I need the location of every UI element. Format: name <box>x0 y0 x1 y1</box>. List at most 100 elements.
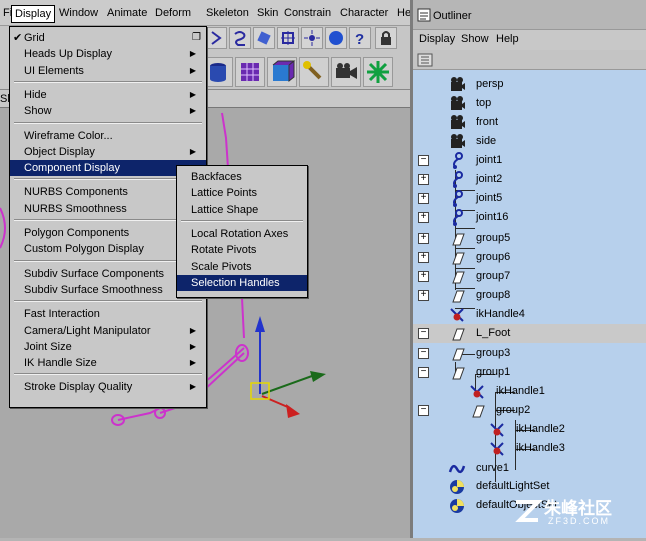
menu-item-ui-elements[interactable]: UI Elements ▶ <box>10 63 206 79</box>
outliner-row-ikhandle3[interactable]: ikHandle3 <box>413 439 646 458</box>
lasso-icon[interactable] <box>229 27 251 49</box>
camera-shelf-icon[interactable] <box>331 57 361 87</box>
menu-character[interactable]: Character <box>337 5 391 22</box>
submenu-arrow-icon: ▶ <box>189 146 196 156</box>
outliner-row-curve1[interactable]: curve1 <box>413 459 646 478</box>
outliner-menu-help[interactable]: Help <box>496 33 519 45</box>
outliner-row-group8[interactable]: + group8 <box>413 286 646 305</box>
menu-item-label: Selection Handles <box>191 276 280 289</box>
menu-deform[interactable]: Deform <box>152 5 194 22</box>
submenu-item-scale-pivots[interactable]: Scale Pivots <box>177 259 307 275</box>
outliner-row-group6[interactable]: + group6 <box>413 248 646 267</box>
outliner-item-label: side <box>476 135 497 147</box>
snap-icon[interactable] <box>301 27 323 49</box>
cube-lattice-icon[interactable] <box>267 57 297 87</box>
expand-icon[interactable]: + <box>418 174 429 185</box>
menu-window[interactable]: Window <box>56 5 101 22</box>
outliner-menu-show[interactable]: Show <box>461 33 489 45</box>
expand-icon[interactable]: + <box>418 193 429 204</box>
move-tool-icon[interactable] <box>253 27 275 49</box>
outliner-row-l-foot[interactable]: − L_Foot <box>413 324 646 343</box>
outliner-item-label: joint16 <box>476 211 509 223</box>
outliner-list: persp top front side − joint1 + joint2 + joint5 + j… <box>413 70 646 538</box>
menu-item-joint-size[interactable]: Joint Size ▶ <box>10 339 206 355</box>
outliner-row-joint2[interactable]: + joint2 <box>413 170 646 189</box>
collapse-icon[interactable]: − <box>418 405 429 416</box>
cylinder-icon[interactable] <box>203 57 233 87</box>
outliner-item-label: joint1 <box>476 154 503 166</box>
menu-skin[interactable]: Skin <box>254 5 281 22</box>
lattice-icon[interactable] <box>235 57 265 87</box>
outliner-row-joint1[interactable]: − joint1 <box>413 151 646 170</box>
joint-icon <box>448 171 466 189</box>
group-icon <box>448 345 466 363</box>
outliner-item-label: L_Foot <box>476 327 511 339</box>
menu-display[interactable]: Display <box>11 5 56 23</box>
collapse-icon[interactable]: − <box>418 348 429 359</box>
outliner-row-ikhandle2[interactable]: ikHandle2 <box>413 420 646 439</box>
ik-handle-icon <box>488 421 506 439</box>
outliner-row-persp[interactable]: persp <box>413 75 646 94</box>
menu-item-stroke-display-quality[interactable]: Stroke Display Quality ▶ <box>10 379 206 395</box>
submenu-item-rotate-pivots[interactable]: Rotate Pivots <box>177 242 307 258</box>
lock-icon[interactable] <box>375 27 397 49</box>
menu-item-wireframe-color[interactable]: Wireframe Color... <box>10 128 206 144</box>
scale-tool-icon[interactable] <box>277 27 299 49</box>
submenu-item-local-rotation-axes[interactable]: Local Rotation Axes <box>177 226 307 242</box>
collapse-icon[interactable]: − <box>418 155 429 166</box>
outliner-row-side[interactable]: side <box>413 132 646 151</box>
outliner-item-label: group7 <box>476 270 511 282</box>
menu-animate[interactable]: Animate <box>104 5 150 22</box>
submenu-item-backfaces[interactable]: Backfaces <box>177 169 307 185</box>
menu-item-label: Lattice Shape <box>191 203 259 216</box>
outliner-row-ikhandle1[interactable]: ikHandle1 <box>413 382 646 401</box>
expand-icon[interactable]: + <box>418 271 429 282</box>
collapse-icon[interactable]: − <box>418 328 429 339</box>
help-icon[interactable]: ? <box>349 27 371 49</box>
outliner-row-joint5[interactable]: + joint5 <box>413 189 646 208</box>
star-icon[interactable] <box>363 57 393 87</box>
expand-icon[interactable]: + <box>418 290 429 301</box>
outliner-row-group2[interactable]: − group2 <box>413 401 646 420</box>
outliner-row-group5[interactable]: + group5 <box>413 229 646 248</box>
expand-icon[interactable]: + <box>418 252 429 263</box>
select-tool-icon[interactable] <box>205 27 227 49</box>
outliner-row-joint16[interactable]: + joint16 <box>413 208 646 227</box>
menu-item-camera-light-manipulator[interactable]: Camera/Light Manipulator ▶ <box>10 323 206 339</box>
expand-icon[interactable]: + <box>418 233 429 244</box>
outliner-filter-icon[interactable] <box>417 52 433 68</box>
menu-item-fast-interaction[interactable]: Fast Interaction <box>10 306 206 322</box>
submenu-arrow-icon: ▶ <box>189 89 196 99</box>
svg-text:?: ? <box>355 31 364 48</box>
expand-icon[interactable]: + <box>418 212 429 223</box>
render-sphere-icon[interactable] <box>325 27 347 49</box>
outliner-item-label: ikHandle3 <box>516 442 565 454</box>
outliner-row-group1[interactable]: − group1 <box>413 363 646 382</box>
menu-item-hide[interactable]: Hide ▶ <box>10 87 206 103</box>
menu-item-heads-up-display[interactable]: Heads Up Display ▶ <box>10 46 206 62</box>
curve-icon <box>448 460 466 478</box>
outliner-item-label: defaultLightSet <box>476 480 550 492</box>
outliner-row-front[interactable]: front <box>413 113 646 132</box>
submenu-item-selection-handles[interactable]: Selection Handles <box>177 274 307 291</box>
menu-item-show[interactable]: Show ▶ <box>10 103 206 119</box>
outliner-menu-display[interactable]: Display <box>419 33 455 45</box>
submenu-item-lattice-points[interactable]: Lattice Points <box>177 185 307 201</box>
outliner-row-top[interactable]: top <box>413 94 646 113</box>
menu-item-label: Component Display <box>24 162 120 175</box>
menu-skeleton[interactable]: Skeleton <box>203 5 252 22</box>
paint-brush-icon[interactable] <box>299 57 329 87</box>
option-box-icon[interactable]: ❐ <box>192 30 201 46</box>
outliner-row-group7[interactable]: + group7 <box>413 267 646 286</box>
menu-item-ik-handle-size[interactable]: IK Handle Size ▶ <box>10 355 206 371</box>
menu-separator <box>14 80 202 83</box>
outliner-row-ikhandle4[interactable]: ikHandle4 <box>413 305 646 324</box>
collapse-icon[interactable]: − <box>418 367 429 378</box>
menu-item-label: Joint Size <box>24 340 72 353</box>
watermark-domain: ZF3D.COM <box>548 516 610 526</box>
menu-item-object-display[interactable]: Object Display ▶ <box>10 144 206 160</box>
menu-constrain[interactable]: Constrain <box>281 5 334 22</box>
outliner-row-group3[interactable]: − group3 <box>413 344 646 363</box>
menu-item-grid[interactable]: Grid ✔ ❐ <box>10 30 206 46</box>
submenu-item-lattice-shape[interactable]: Lattice Shape <box>177 202 307 218</box>
